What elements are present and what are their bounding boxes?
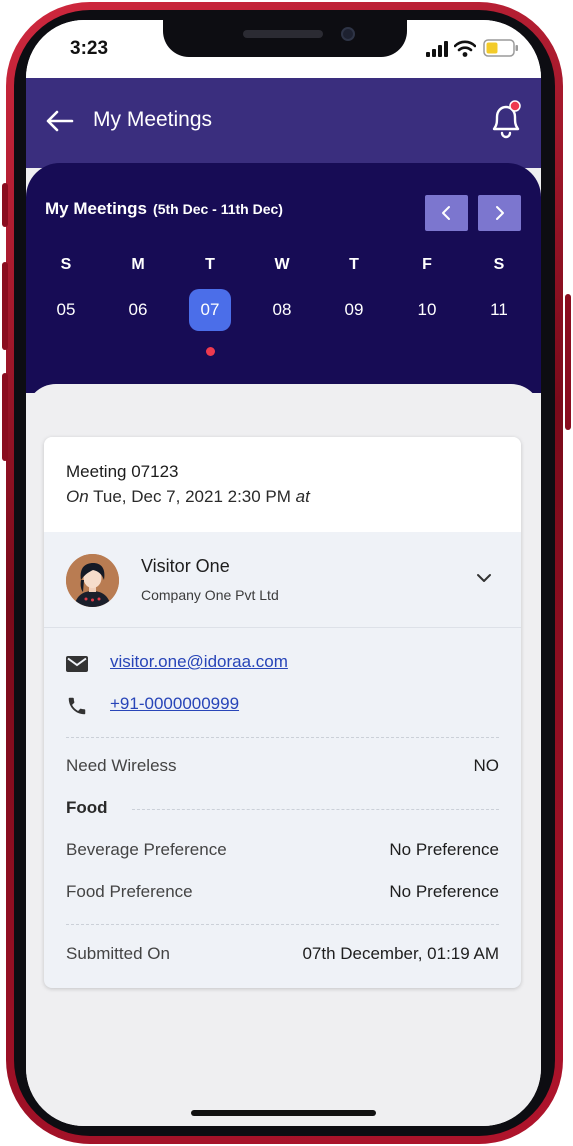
front-camera [341, 27, 355, 41]
battery-icon [483, 39, 518, 57]
next-week-button[interactable] [478, 195, 521, 231]
day-name: T [349, 256, 359, 273]
meeting-header: Meeting 07123 On Tue, Dec 7, 2021 2:30 P… [44, 437, 521, 532]
status-bar: 3:23 [26, 20, 541, 78]
meeting-date: Tue, Dec 7, 2021 2:30 PM [93, 487, 291, 506]
dashed-divider [66, 924, 499, 925]
visitor-company: Company One Pvt Ltd [141, 587, 279, 603]
food-preference-label: Food Preference [66, 882, 193, 901]
submitted-on-label: Submitted On [66, 944, 170, 963]
dashed-divider [132, 809, 499, 810]
volume-down-button [2, 373, 8, 461]
chevron-right-icon [496, 206, 504, 220]
chevron-left-icon [442, 206, 450, 220]
chevron-down-icon[interactable] [476, 572, 492, 584]
home-indicator[interactable] [191, 1110, 376, 1116]
day-number[interactable]: 06 [117, 289, 159, 331]
beverage-preference-label: Beverage Preference [66, 840, 227, 859]
status-time: 3:23 [70, 38, 109, 59]
mail-icon [66, 656, 88, 672]
power-button [565, 294, 571, 430]
day-name: M [131, 256, 145, 273]
avatar [66, 554, 119, 607]
submitted-on-value: 07th December, 01:19 AM [302, 944, 499, 963]
mute-switch [2, 183, 8, 227]
visitor-name: Visitor One [141, 556, 230, 576]
calendar-title: My Meetings [45, 199, 148, 218]
app-bar: My Meetings [26, 78, 541, 168]
visitor-email-link[interactable]: visitor.one@idoraa.com [110, 652, 288, 672]
speaker [243, 30, 323, 38]
meeting-card: Meeting 07123 On Tue, Dec 7, 2021 2:30 P… [44, 437, 521, 988]
calendar-heading: My Meetings (5th Dec - 11th Dec) [45, 199, 283, 219]
phone-icon [68, 697, 86, 715]
bell-icon[interactable] [488, 100, 524, 140]
visitor-row[interactable]: Visitor One Company One Pvt Ltd [44, 532, 521, 627]
signal-icon [426, 41, 448, 57]
on-label: On [66, 487, 89, 506]
calendar-range: (5th Dec - 11th Dec) [153, 201, 283, 217]
food-section-title: Food [66, 798, 108, 817]
day-number-selected[interactable]: 07 [189, 289, 231, 331]
day-number[interactable]: 08 [261, 289, 303, 331]
divider [44, 627, 521, 628]
volume-up-button [2, 262, 8, 350]
day-name: T [205, 256, 215, 273]
week-calendar: My Meetings (5th Dec - 11th Dec) S M T W … [26, 163, 541, 393]
need-wireless-label: Need Wireless [66, 756, 177, 775]
day-name: W [274, 256, 290, 273]
screen: 3:23 My Meetings My Meetings (5th Dec - … [26, 20, 541, 1126]
event-dot [206, 347, 215, 356]
page-title: My Meetings [93, 108, 213, 131]
meeting-datetime: On Tue, Dec 7, 2021 2:30 PM at [66, 487, 310, 507]
meeting-title: Meeting 07123 [66, 462, 179, 481]
day-number[interactable]: 10 [406, 289, 448, 331]
day-number[interactable]: 11 [478, 289, 520, 331]
day-name: S [60, 256, 72, 273]
back-arrow-icon[interactable] [46, 110, 74, 132]
day-number[interactable]: 09 [333, 289, 375, 331]
visitor-phone-link[interactable]: +91-0000000999 [110, 694, 239, 714]
prev-week-button[interactable] [425, 195, 468, 231]
notification-badge [509, 100, 521, 112]
day-name: F [422, 256, 432, 273]
notch [163, 20, 407, 57]
food-preference-value: No Preference [389, 882, 499, 901]
beverage-preference-value: No Preference [389, 840, 499, 859]
at-label: at [295, 487, 310, 506]
wifi-icon [454, 40, 476, 57]
need-wireless-value: NO [473, 756, 500, 775]
day-number[interactable]: 05 [45, 289, 87, 331]
dashed-divider [66, 737, 499, 738]
day-name: S [493, 256, 505, 273]
